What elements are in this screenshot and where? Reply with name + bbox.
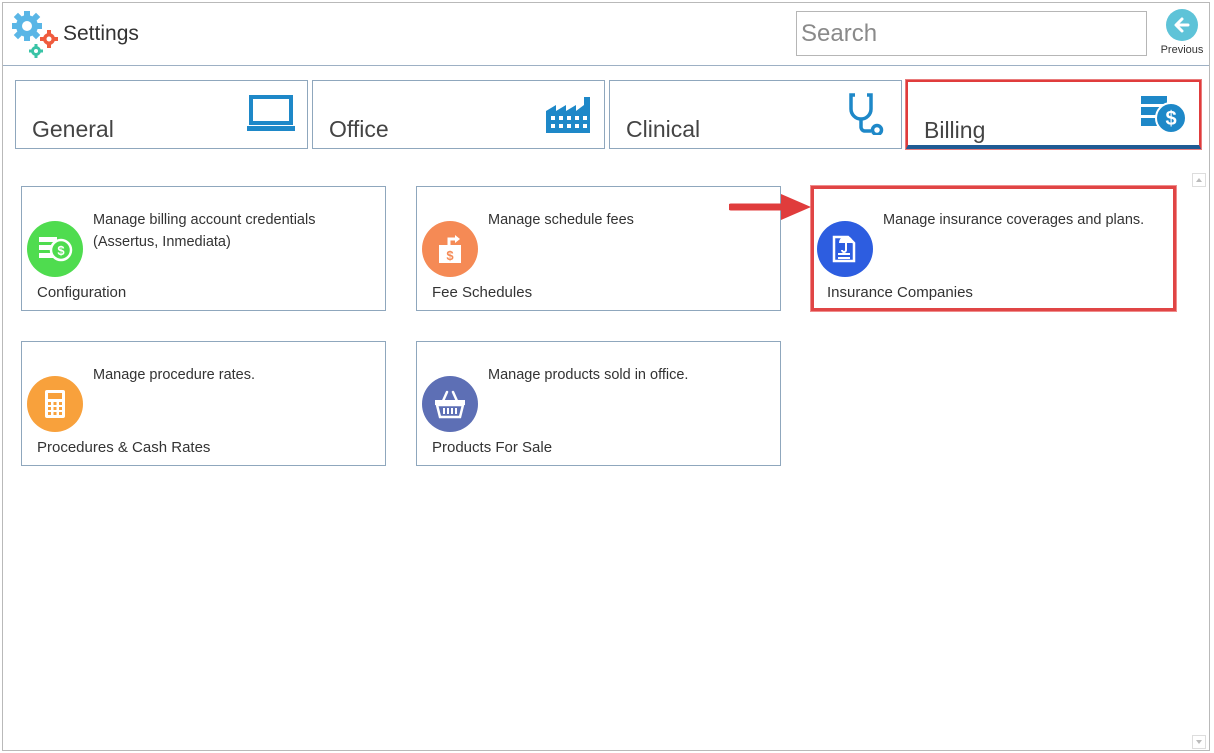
search-input[interactable] (796, 11, 1147, 56)
card-products-for-sale[interactable]: Manage products sold in office. Products… (416, 341, 781, 466)
monitor-icon (247, 95, 295, 131)
svg-text:$: $ (57, 243, 65, 258)
card-procedures-cash-rates[interactable]: Manage procedure rates. Procedures & Cas… (21, 341, 386, 466)
arrow-left-icon (1166, 9, 1198, 41)
insurance-document-icon (817, 221, 873, 277)
money-stack-icon: $ (1141, 96, 1187, 134)
svg-text:$: $ (1165, 108, 1176, 130)
card-title: Configuration (37, 284, 127, 301)
scroll-up-icon[interactable] (1192, 173, 1206, 187)
settings-window: Settings Previous General Office (2, 2, 1210, 751)
factory-icon (546, 97, 590, 133)
fee-bag-icon: $ (422, 221, 478, 277)
money-icon: $ (27, 221, 83, 277)
tab-label: Billing (924, 117, 986, 143)
tab-label: Office (329, 116, 389, 142)
card-description: Manage procedure rates. (93, 367, 256, 383)
card-insurance-companies[interactable]: Manage insurance coverages and plans. In… (811, 186, 1176, 311)
card-fee-schedules[interactable]: $ Manage schedule fees Fee Schedules (416, 186, 781, 311)
tab-label: General (32, 116, 114, 142)
card-description: Manage billing account credentials (Asse… (93, 212, 316, 250)
gears-icon (12, 11, 58, 58)
previous-label: Previous (1160, 44, 1204, 56)
card-description: Manage insurance coverages and plans. (883, 212, 1145, 228)
card-title: Procedures & Cash Rates (37, 439, 211, 456)
stethoscope-icon (849, 93, 884, 135)
card-title: Insurance Companies (827, 284, 973, 301)
tab-general[interactable]: General (15, 80, 308, 149)
card-description: Manage products sold in office. (488, 367, 689, 383)
svg-text:$: $ (446, 248, 454, 263)
tab-label: Clinical (626, 116, 701, 142)
tab-office[interactable]: Office (312, 80, 605, 149)
page-title: Settings (63, 22, 139, 45)
red-arrow-icon (729, 194, 811, 220)
scroll-down-icon[interactable] (1192, 735, 1206, 749)
card-title: Products For Sale (432, 439, 553, 456)
card-configuration[interactable]: $ Manage billing account credentials (As… (21, 186, 386, 311)
tab-billing[interactable]: Billing $ (906, 80, 1201, 149)
header: Settings Previous (3, 3, 1209, 66)
basket-icon (422, 376, 478, 432)
tab-clinical[interactable]: Clinical (609, 80, 902, 149)
card-title: Fee Schedules (432, 284, 533, 301)
previous-button[interactable]: Previous (1155, 7, 1209, 61)
calculator-icon (27, 376, 83, 432)
